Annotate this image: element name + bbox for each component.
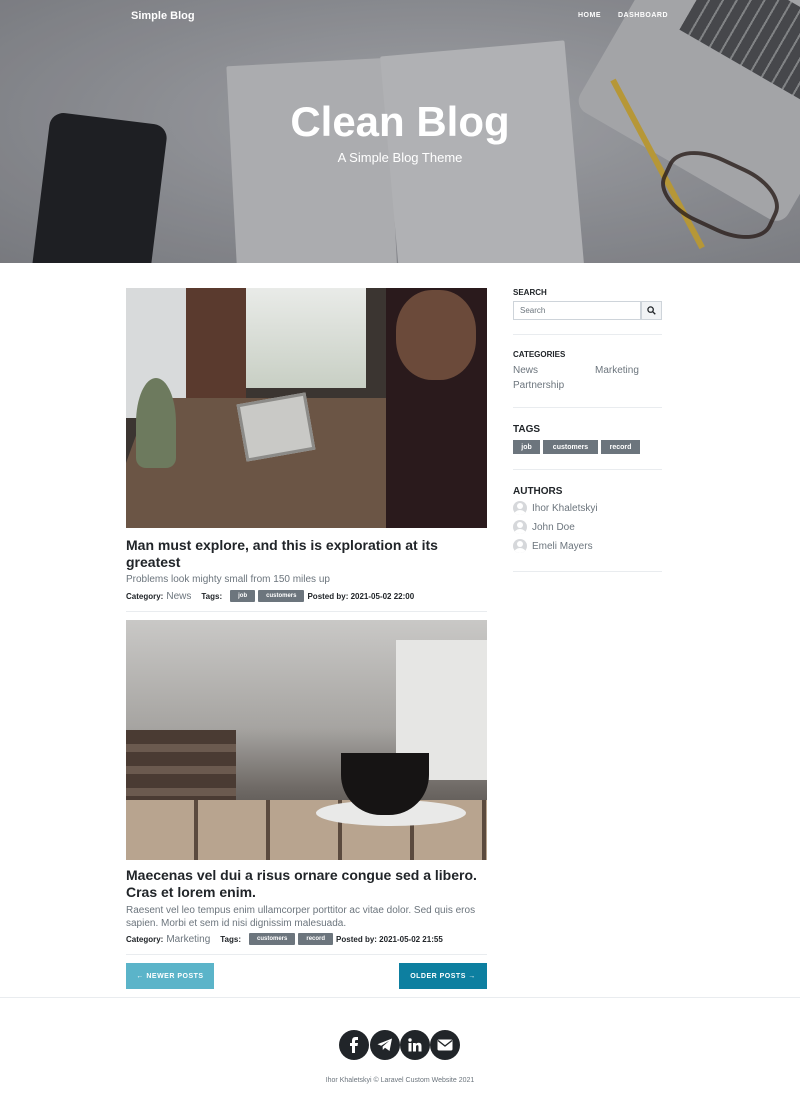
post-tag[interactable]: job [230,590,256,602]
category-link-news[interactable]: News [513,365,538,376]
image-region [126,730,236,800]
sidebar-divider [513,571,662,572]
avatar [513,520,527,534]
post-meta: Category: News Tags: job customers Poste… [126,589,506,603]
hero-title: Clean Blog [290,98,510,145]
tags-label: Tags: [220,934,241,944]
post-category-link[interactable]: Marketing [166,934,210,945]
newer-posts-button[interactable]: ← Newer Posts [126,963,214,989]
post-category-link[interactable]: News [166,591,191,602]
category-link-marketing[interactable]: Marketing [595,365,639,376]
footer-divider [0,997,800,998]
posted-by: Posted by: 2021-05-02 22:00 [307,591,415,601]
image-region [136,378,176,468]
search-input[interactable]: Search [513,301,641,320]
post-meta: Category: Marketing Tags: customers reco… [126,932,506,946]
post-title[interactable]: Maecenas vel dui a risus ornare congue s… [126,867,487,901]
post-tag[interactable]: customers [258,590,305,602]
author-link[interactable]: Emeli Mayers [513,539,593,553]
linkedin-link[interactable] [400,1030,430,1060]
sidebar-divider [513,334,662,335]
nav-dashboard[interactable]: Dashboard [618,12,668,19]
linkedin-icon [408,1038,422,1052]
tags-heading: Tags [513,424,541,435]
footer-copyright: Ihor Khaletskyi © Laravel Custom Website… [325,1077,475,1084]
search-heading: Search [513,288,547,297]
post-subtitle: Problems look mighty small from 150 mile… [126,574,330,585]
author-name: John Doe [532,521,575,533]
post-tag[interactable]: customers [249,933,296,945]
hero-subtitle: A Simple Blog Theme [337,150,463,165]
sidebar-divider [513,407,662,408]
top-nav: Simple Blog Home Dashboard [0,0,800,34]
post-image[interactable] [126,288,487,528]
telegram-icon [377,1038,392,1051]
author-link[interactable]: Ihor Khaletskyi [513,501,598,515]
author-name: Ihor Khaletskyi [532,502,598,514]
authors-heading: Authors [513,486,563,497]
post-tag[interactable]: record [298,933,334,945]
image-region [396,290,476,380]
sidebar-tag-job[interactable]: job [513,440,540,454]
avatar [513,539,527,553]
author-name: Emeli Mayers [532,540,593,552]
tags-label: Tags: [201,591,223,601]
post-subtitle: Raesent vel leo tempus enim ullamcorper … [126,905,476,929]
category-label: Category: [126,591,164,601]
sidebar-divider [513,469,662,470]
search-icon [647,306,656,315]
category-label: Category: [126,934,164,944]
hero-header: Simple Blog Home Dashboard Clean Blog A … [0,0,800,263]
avatar [513,501,527,515]
post-divider [126,611,487,612]
categories-heading: Categories [513,350,566,359]
facebook-icon [350,1037,358,1053]
sidebar-tag-customers[interactable]: customers [543,440,598,454]
telegram-link[interactable] [370,1030,400,1060]
search-button[interactable] [641,301,662,320]
post-image[interactable] [126,620,487,860]
post-divider [126,954,487,955]
mail-link[interactable] [430,1030,460,1060]
brand-link[interactable]: Simple Blog [131,10,195,22]
older-posts-button[interactable]: Older Posts → [399,963,487,989]
image-region [236,392,316,462]
posted-by: Posted by: 2021-05-02 21:55 [336,934,443,944]
category-link-partnership[interactable]: Partnership [513,380,564,391]
post-title[interactable]: Man must explore, and this is exploratio… [126,537,487,571]
nav-home[interactable]: Home [578,12,601,19]
author-link[interactable]: John Doe [513,520,575,534]
sidebar-tag-record[interactable]: record [601,440,640,454]
mail-icon [437,1039,453,1051]
image-region [246,288,366,388]
facebook-link[interactable] [339,1030,369,1060]
